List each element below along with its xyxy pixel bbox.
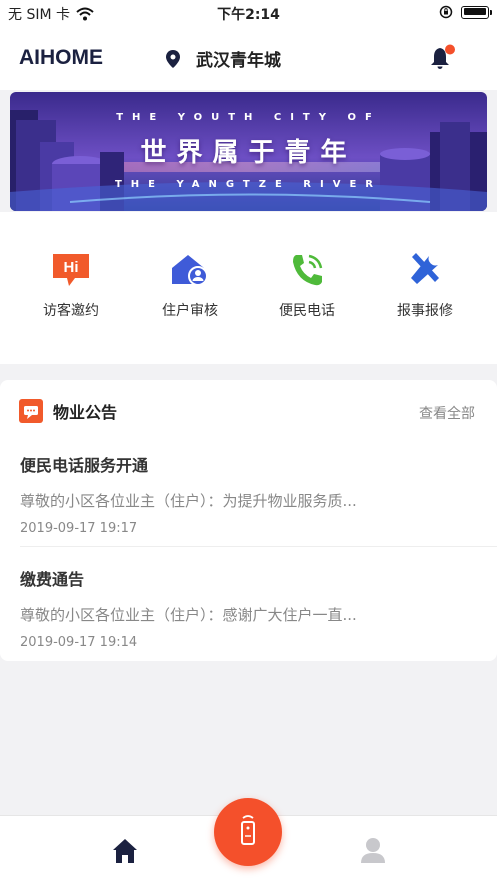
quick-actions-card: Hi 访客邀约 住户审核 便民电话 报事报修 — [0, 212, 497, 364]
quick-action-hotline[interactable]: 便民电话 — [247, 252, 367, 320]
location-selector[interactable]: 武汉青年城 — [166, 46, 281, 71]
promo-banner[interactable]: THE YOUTH CITY OF 世界属于青年 THE YANGTZE RIV… — [10, 92, 487, 211]
announcement-item[interactable]: 缴费通告 尊敬的小区各位业主（住户）：感谢广大住户一直... 2019-09-1… — [20, 566, 480, 650]
announcement-item-date: 2019-09-17 19:17 — [20, 521, 138, 536]
phone-icon — [293, 254, 323, 286]
quick-action-label: 访客邀约 — [43, 303, 99, 319]
battery-icon — [461, 5, 492, 19]
announcement-item-summary: 尊敬的小区各位业主（住户）：感谢广大住户一直... — [20, 606, 357, 624]
home-tab-icon[interactable] — [112, 838, 138, 864]
door-access-button[interactable] — [214, 798, 282, 866]
announcement-icon — [19, 399, 43, 423]
announcement-item-title: 缴费通告 — [20, 570, 85, 589]
status-bar: 无 SIM 卡 下午2:14 — [0, 0, 497, 26]
house-user-icon — [172, 255, 208, 286]
location-name: 武汉青年城 — [196, 51, 281, 71]
app-header: AIHOME 武汉青年城 — [0, 26, 497, 90]
banner-subtitle-top: THE YOUTH CITY OF — [116, 112, 381, 123]
repair-tools-icon — [411, 253, 439, 284]
notification-dot — [445, 44, 455, 55]
notification-bell-icon[interactable] — [428, 44, 456, 72]
divider — [20, 546, 497, 547]
announcement-item[interactable]: 便民电话服务开通 尊敬的小区各位业主（住户）：为提升物业服务质... 2019-… — [20, 452, 480, 536]
orientation-lock-icon — [439, 5, 453, 19]
quick-action-label: 报事报修 — [397, 303, 453, 319]
quick-action-visitor-invite[interactable]: Hi 访客邀约 — [11, 252, 131, 320]
view-all-link[interactable]: 查看全部 — [419, 403, 475, 423]
announcement-card: 物业公告 查看全部 便民电话服务开通 尊敬的小区各位业主（住户）：为提升物业服务… — [0, 380, 497, 661]
quick-action-label: 住户审核 — [162, 303, 218, 319]
quick-action-repair[interactable]: 报事报修 — [365, 252, 485, 320]
door-remote-icon — [241, 815, 255, 845]
hi-chat-icon: Hi — [53, 254, 89, 286]
svg-text:Hi: Hi — [64, 259, 79, 276]
quick-action-resident-review[interactable]: 住户审核 — [130, 252, 250, 320]
app-logo: AIHOME — [19, 46, 103, 69]
banner-subtitle-bottom: THE YANGTZE RIVER — [114, 179, 382, 190]
banner-title: 世界属于青年 — [140, 138, 357, 168]
announcement-item-title: 便民电话服务开通 — [20, 456, 149, 475]
location-pin-icon — [166, 49, 180, 68]
quick-action-label: 便民电话 — [279, 303, 335, 319]
announcement-item-summary: 尊敬的小区各位业主（住户）：为提升物业服务质... — [20, 492, 357, 510]
announcement-title: 物业公告 — [53, 403, 118, 422]
status-time: 下午2:14 — [217, 7, 280, 23]
announcement-item-date: 2019-09-17 19:14 — [20, 635, 138, 650]
profile-tab-icon[interactable] — [360, 836, 386, 864]
